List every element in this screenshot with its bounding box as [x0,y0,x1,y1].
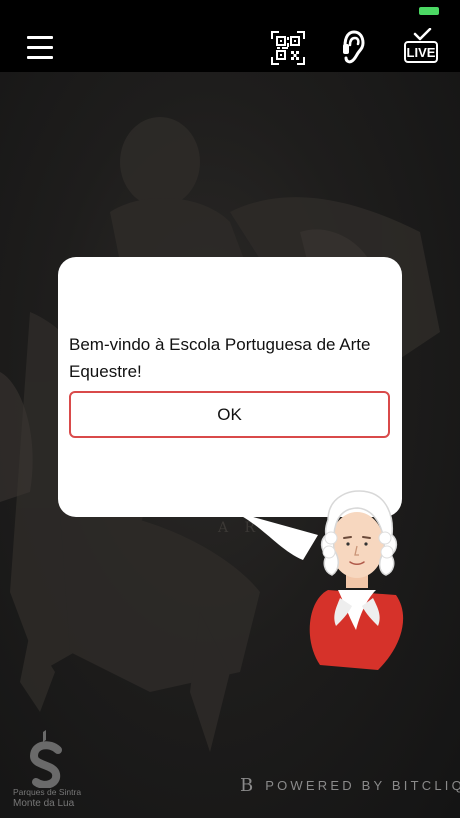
live-label: LIVE [407,45,436,60]
ok-button[interactable]: OK [69,391,390,438]
status-bar [0,0,460,22]
battery-icon [419,7,439,15]
live-check-icon[interactable]: LIVE [403,27,439,66]
logo-line-2: Monte da Lua [13,798,75,809]
qr-code-scan-icon[interactable] [270,30,306,66]
mascot-illustration [228,480,418,680]
powered-by-text: POWERED BY BITCLIQ [265,777,460,793]
powered-by: B POWERED BY BITCLIQ [240,774,460,796]
dialog-message: Bem-vindo à Escola Portuguesa de Arte Eq… [69,335,371,381]
bitcliq-logo-icon: B [240,774,254,796]
welcome-dialog: Bem-vindo à Escola Portuguesa de Arte Eq… [58,257,402,517]
top-bar: LIVE [0,22,460,72]
audio-guide-icon[interactable] [340,28,368,66]
hamburger-menu-icon[interactable] [27,36,53,60]
logo-line-1: Parques de Sintra [13,787,82,797]
